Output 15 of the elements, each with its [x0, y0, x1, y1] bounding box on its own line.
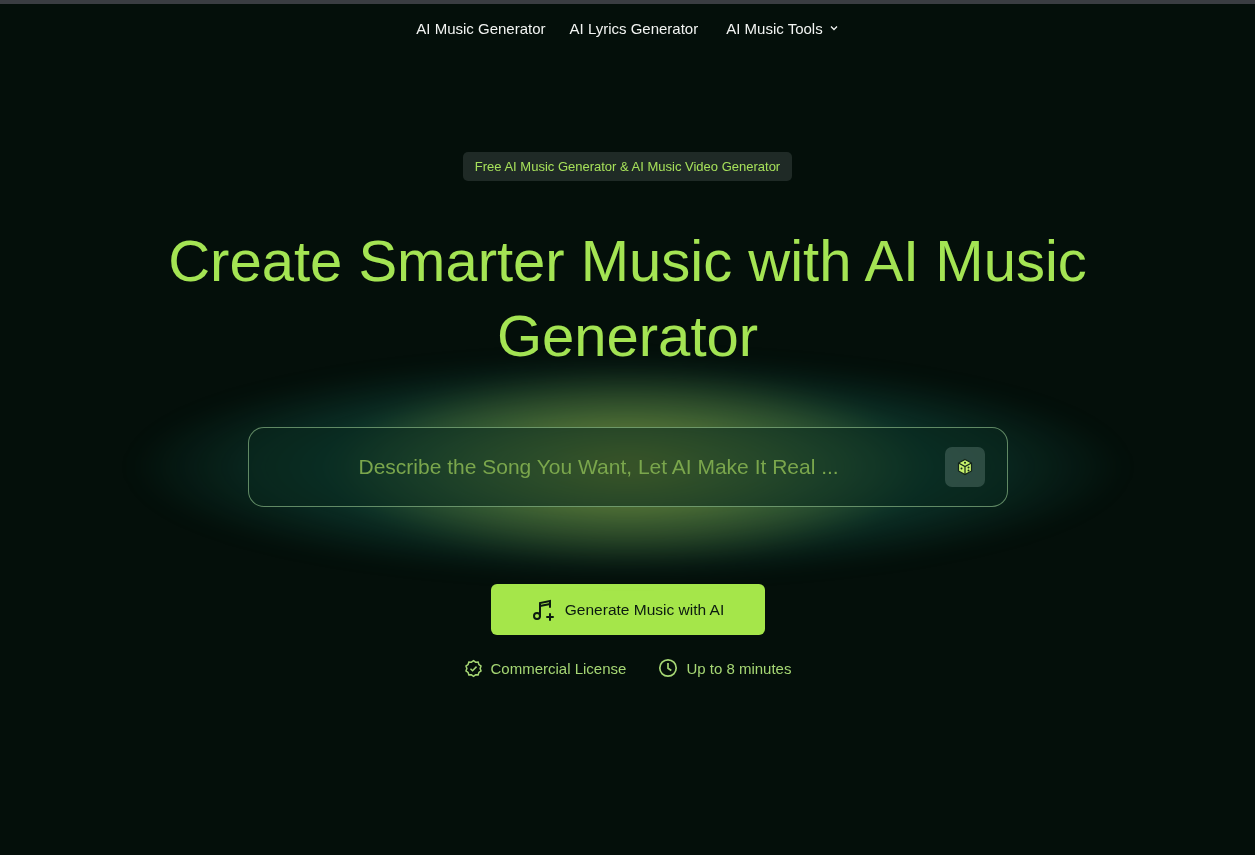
nav-link[interactable]: AI Music Generator [416, 16, 546, 40]
feature-label: Up to 8 minutes [686, 659, 792, 677]
feature-label: Commercial License [490, 659, 627, 677]
badge-check-icon [463, 658, 483, 678]
nav-link[interactable]: AI Lyrics Generator [569, 16, 699, 40]
headline: Create Smarter Music with AI Music Generator [167, 227, 1088, 370]
random-button[interactable] [944, 447, 985, 487]
music-note-icon [530, 597, 555, 622]
chevron-down-icon [828, 23, 839, 33]
tagline-badge: Free AI Music Generator & AI Music Video Generator [462, 152, 793, 181]
nav-link[interactable]: AI Music Tools [726, 16, 839, 40]
dice-icon [955, 458, 974, 476]
prompt-field[interactable]: Describe the Song You Want, Let AI Make It Real ... [356, 454, 915, 480]
generate-button[interactable]: Generate Music with AI [490, 584, 765, 635]
clock-icon [658, 658, 679, 678]
